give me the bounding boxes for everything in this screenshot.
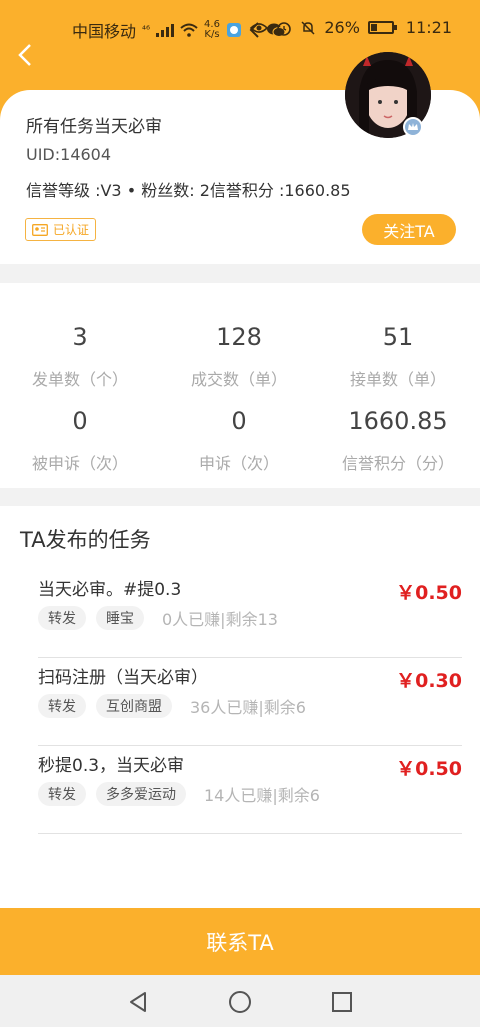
- mute-bell-icon: [301, 20, 315, 35]
- verified-label: 已认证: [53, 223, 90, 237]
- system-nav-bar: [0, 975, 480, 1027]
- stat-value: 3: [72, 323, 88, 351]
- stat-value: 51: [382, 323, 414, 351]
- stat-label: 申诉（次）: [198, 454, 279, 473]
- task-title: 当天必审。#提0.3: [38, 580, 182, 600]
- carrier-label: 中国移动: [72, 22, 137, 41]
- task-tag: 互创商盟: [96, 694, 172, 718]
- stat-value: 128: [216, 323, 262, 351]
- profile-credit-line: 信誉等级 :V3 • 粉丝数: 2信誉积分 :1660.85: [26, 181, 351, 200]
- status-bar: 中国移动 ⁴⁶ 4.6 K/s 26% 11:21: [0, 0, 480, 56]
- verified-badge: 已认证: [25, 218, 97, 241]
- stat-label: 成交数（单）: [190, 370, 287, 389]
- task-stat: 0人已赚|剩余13: [162, 610, 278, 629]
- stat-deals: 128 成交数（单）: [159, 322, 319, 390]
- task-stat: 36人已赚|剩余6: [190, 698, 306, 717]
- tasks-title: TA发布的任务: [20, 528, 151, 552]
- task-tag: 转发: [38, 782, 86, 806]
- clock: 11:21: [405, 18, 452, 37]
- signal-icon: [156, 23, 175, 37]
- net-speed: 4.6 K/s: [204, 19, 220, 40]
- task-tag: 转发: [38, 606, 86, 630]
- battery-percent: 26%: [324, 18, 360, 37]
- id-card-icon: [32, 223, 48, 236]
- task-tag: 转发: [38, 694, 86, 718]
- task-item[interactable]: 当天必审。#提0.3 ￥0.50 转发 睡宝 0人已赚|剩余13: [38, 570, 462, 658]
- app-notification-icon: [226, 23, 241, 37]
- task-price: ￥0.30: [396, 670, 462, 692]
- stat-label: 信誉积分（分）: [341, 454, 454, 473]
- triangle-back-icon: [130, 992, 146, 1012]
- stat-label: 发单数（个）: [31, 370, 128, 389]
- stat-complaints: 0 申诉（次）: [159, 406, 319, 474]
- stat-complained: 0 被申诉（次）: [0, 406, 160, 474]
- nav-home-button[interactable]: [227, 989, 253, 1015]
- task-item[interactable]: 扫码注册（当天必审） ￥0.30 转发 互创商盟 36人已赚|剩余6: [38, 658, 462, 746]
- task-tags: 转发 多多爱运动 14人已赚|剩余6: [38, 782, 320, 806]
- nav-recents-button[interactable]: [329, 989, 355, 1015]
- task-tags: 转发 睡宝 0人已赚|剩余13: [38, 606, 278, 630]
- wifi-icon: [180, 23, 198, 37]
- contact-button[interactable]: 联系TA: [0, 908, 480, 975]
- vip-crown-icon: [403, 117, 423, 137]
- stat-orders-taken: 51 接单数（单）: [318, 322, 478, 390]
- stat-value: 1660.85: [348, 407, 448, 435]
- back-button[interactable]: [10, 40, 40, 70]
- follow-button[interactable]: 关注TA: [362, 214, 456, 245]
- chevron-left-icon: [18, 44, 31, 66]
- stat-label: 被申诉（次）: [31, 454, 128, 473]
- stat-orders-posted: 3 发单数（个）: [0, 322, 160, 390]
- task-stat: 14人已赚|剩余6: [204, 786, 320, 805]
- stat-credit-points: 1660.85 信誉积分（分）: [318, 406, 478, 474]
- nav-back-button[interactable]: [125, 989, 151, 1015]
- task-price: ￥0.50: [396, 582, 462, 604]
- stat-value: 0: [72, 407, 88, 435]
- eye-icon: [250, 22, 269, 33]
- task-tag: 睡宝: [96, 606, 144, 630]
- stat-value: 0: [231, 407, 247, 435]
- task-title: 扫码注册（当天必审）: [38, 668, 208, 688]
- alarm-icon: [277, 21, 292, 36]
- profile-name: 所有任务当天必审: [26, 117, 162, 137]
- task-tag: 多多爱运动: [96, 782, 186, 806]
- task-price: ￥0.50: [396, 758, 462, 780]
- task-item[interactable]: 秒提0.3，当天必审 ￥0.50 转发 多多爱运动 14人已赚|剩余6: [38, 746, 462, 834]
- tasks-section: TA发布的任务 当天必审。#提0.3 ￥0.50 转发 睡宝 0人已赚|剩余13…: [0, 506, 480, 908]
- task-title: 秒提0.3，当天必审: [38, 756, 185, 776]
- battery-icon: [367, 21, 397, 34]
- task-tags: 转发 互创商盟 36人已赚|剩余6: [38, 694, 306, 718]
- circle-home-icon: [229, 991, 251, 1013]
- network-type: ⁴⁶: [142, 24, 151, 36]
- profile-uid: UID:14604: [26, 145, 112, 164]
- stats-card: 3 发单数（个） 128 成交数（单） 51 接单数（单） 0 被申诉（次） 0…: [0, 283, 480, 488]
- square-recents-icon: [332, 992, 352, 1012]
- stat-label: 接单数（单）: [349, 370, 446, 389]
